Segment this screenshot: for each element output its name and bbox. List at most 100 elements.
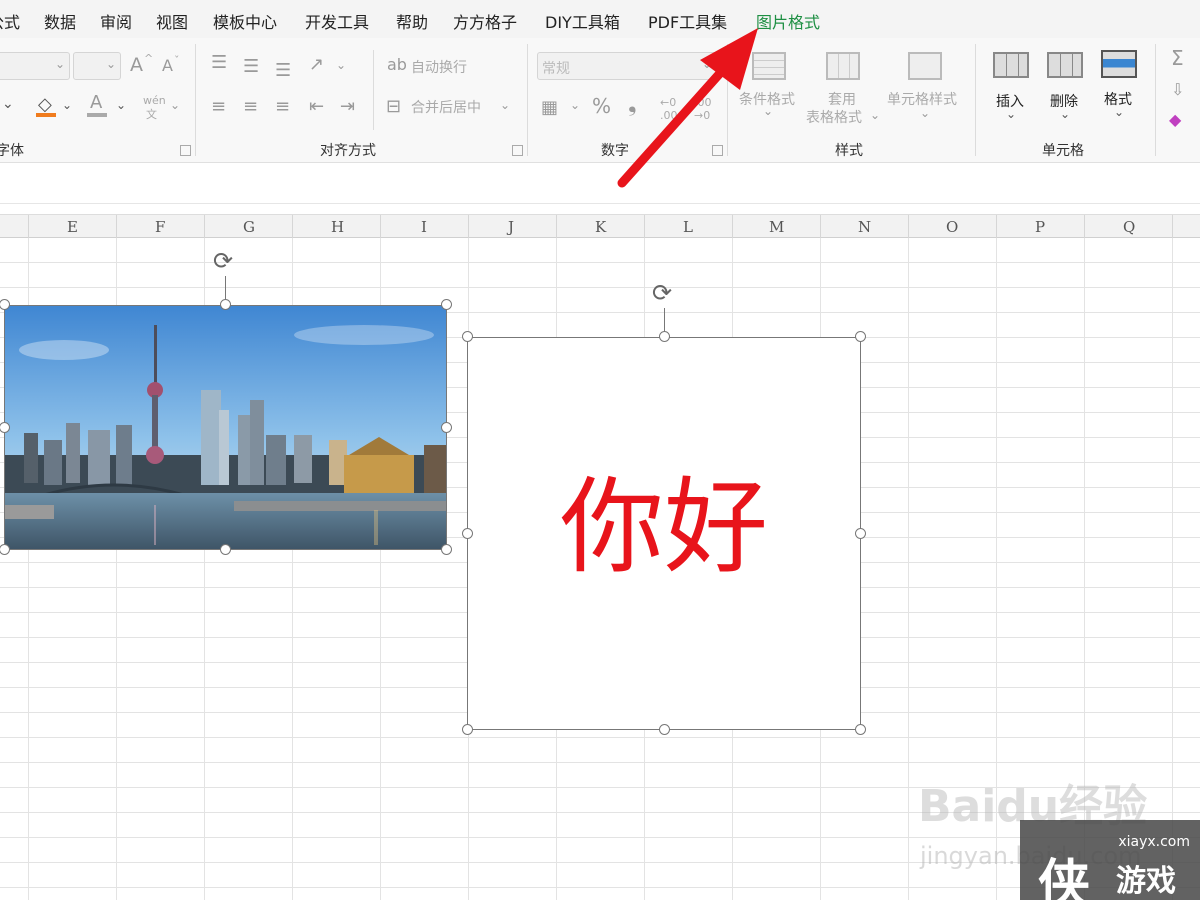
currency-icon[interactable]: ▦ <box>541 97 558 118</box>
align-top-icon[interactable]: ☰ <box>211 52 227 73</box>
font-shrink-icon[interactable]: A <box>162 56 173 75</box>
increase-indent-icon[interactable]: ⇥ <box>340 96 355 117</box>
chevron-down-icon[interactable]: ⌄ <box>1114 105 1124 119</box>
chevron-down-icon[interactable]: ⌄ <box>920 106 930 120</box>
resize-handle-bottom-left[interactable] <box>462 724 473 735</box>
column-header-j[interactable]: J <box>508 218 514 236</box>
menu-view[interactable]: 视图 <box>156 9 188 33</box>
menu-fangfang[interactable]: 方方格子 <box>453 9 517 33</box>
chevron-down-icon[interactable]: ⌄ <box>870 108 880 122</box>
rotate-stem <box>225 276 226 300</box>
resize-handle-right[interactable] <box>441 422 452 433</box>
wrap-text-button[interactable]: 自动换行 <box>411 57 467 77</box>
chevron-down-icon[interactable]: ⌄ <box>500 98 510 112</box>
chevron-down-icon: ⌄ <box>105 57 116 71</box>
menu-formula[interactable]: 公式 <box>0 9 20 33</box>
text-orientation-icon[interactable]: ↗ <box>309 54 324 75</box>
fill-color-icon[interactable]: ◇ <box>38 94 52 115</box>
cell-style-icon[interactable] <box>908 52 942 80</box>
align-bottom-icon[interactable]: ☰ <box>275 60 291 81</box>
column-header-i[interactable]: I <box>421 218 427 236</box>
autosum-icon[interactable]: Σ <box>1171 46 1184 70</box>
insert-cells-icon[interactable] <box>993 52 1029 78</box>
resize-handle-left[interactable] <box>462 528 473 539</box>
column-divider <box>292 215 293 239</box>
phonetic-sub: 文 <box>146 108 157 121</box>
menu-template-center[interactable]: 模板中心 <box>213 9 277 33</box>
chevron-down-icon[interactable]: ⌄ <box>570 98 580 112</box>
menu-help[interactable]: 帮助 <box>396 9 428 33</box>
column-divider <box>468 215 469 239</box>
column-header-k[interactable]: K <box>595 218 606 236</box>
column-header-p[interactable]: P <box>1035 218 1045 236</box>
font-size-combo[interactable]: ⌄ <box>73 52 121 80</box>
column-divider <box>996 215 997 239</box>
align-left-icon[interactable]: ≡ <box>211 96 226 117</box>
menu-developer[interactable]: 开发工具 <box>305 9 369 33</box>
align-group-label: 对齐方式 <box>320 143 376 159</box>
cells-group-label: 单元格 <box>1042 143 1084 159</box>
font-grow-icon[interactable]: A <box>130 54 143 76</box>
table-format-label-1[interactable]: 套用 <box>828 89 856 109</box>
dialog-launcher-icon[interactable] <box>512 145 523 156</box>
resize-handle-top-right[interactable] <box>855 331 866 342</box>
resize-handle-top[interactable] <box>659 331 670 342</box>
resize-handle-bottom-right[interactable] <box>855 724 866 735</box>
font-name-combo[interactable]: ⌄ <box>0 52 70 80</box>
align-right-icon[interactable]: ≡ <box>275 96 290 117</box>
menu-data[interactable]: 数据 <box>44 9 76 33</box>
wrap-text-icon[interactable]: ab <box>387 55 407 74</box>
chevron-down-icon[interactable]: ⌄ <box>2 96 14 112</box>
resize-handle-bottom[interactable] <box>659 724 670 735</box>
group-separator <box>1155 44 1156 156</box>
column-header-q[interactable]: Q <box>1123 218 1135 236</box>
column-header-l[interactable]: L <box>683 218 693 236</box>
column-header-e[interactable]: E <box>67 218 78 236</box>
number-format-value: 常规 <box>542 61 570 77</box>
merge-center-button[interactable]: 合并后居中 <box>411 97 481 117</box>
chevron-down-icon[interactable]: ⌄ <box>336 58 346 72</box>
resize-handle-right[interactable] <box>855 528 866 539</box>
resize-handle-top[interactable] <box>220 299 231 310</box>
chevron-down-icon[interactable]: ⌄ <box>1006 107 1016 121</box>
chevron-down-icon[interactable]: ⌄ <box>116 98 126 112</box>
column-header-n[interactable]: N <box>858 218 871 236</box>
delete-cells-icon[interactable] <box>1047 52 1083 78</box>
caret-down-icon: ˇ <box>174 54 180 67</box>
rotate-stem <box>664 308 665 332</box>
column-divider <box>908 215 909 239</box>
chevron-down-icon: ⌄ <box>54 57 65 71</box>
table-format-icon[interactable] <box>826 52 860 80</box>
style-group-label: 样式 <box>835 143 863 159</box>
column-header-o[interactable]: O <box>946 218 958 236</box>
font-color-icon[interactable]: A <box>90 92 102 113</box>
resize-handle-top-left[interactable] <box>462 331 473 342</box>
rotate-handle-icon[interactable]: ⟳ <box>652 279 672 307</box>
textbox-selection-frame <box>467 337 861 730</box>
rotate-handle-icon[interactable]: ⟳ <box>213 247 233 275</box>
clear-icon[interactable]: ◆ <box>1169 110 1181 129</box>
column-header-g[interactable]: G <box>243 218 255 236</box>
align-center-icon[interactable]: ≡ <box>243 96 258 117</box>
fill-down-icon[interactable]: ⇩ <box>1171 80 1184 99</box>
column-header-h[interactable]: H <box>331 218 344 236</box>
group-separator <box>527 44 528 156</box>
resize-handle-top-right[interactable] <box>441 299 452 310</box>
column-header-f[interactable]: F <box>155 218 165 236</box>
align-middle-icon[interactable]: ☰ <box>243 56 259 77</box>
chevron-down-icon[interactable]: ⌄ <box>170 98 180 112</box>
chevron-down-icon[interactable]: ⌄ <box>1060 107 1070 121</box>
decrease-indent-icon[interactable]: ⇤ <box>309 96 324 117</box>
column-header-m[interactable]: M <box>769 218 784 236</box>
table-format-label-2[interactable]: 表格格式 <box>806 107 862 127</box>
group-separator <box>975 44 976 156</box>
resize-handle-bottom-right[interactable] <box>441 544 452 555</box>
column-divider <box>204 215 205 239</box>
format-cells-icon[interactable] <box>1101 50 1137 78</box>
column-divider <box>1084 215 1085 239</box>
merge-center-icon[interactable]: ⊟ <box>386 96 401 117</box>
chevron-down-icon[interactable]: ⌄ <box>62 98 72 112</box>
menu-review[interactable]: 审阅 <box>100 9 132 33</box>
dialog-launcher-icon[interactable] <box>180 145 191 156</box>
resize-handle-bottom[interactable] <box>220 544 231 555</box>
